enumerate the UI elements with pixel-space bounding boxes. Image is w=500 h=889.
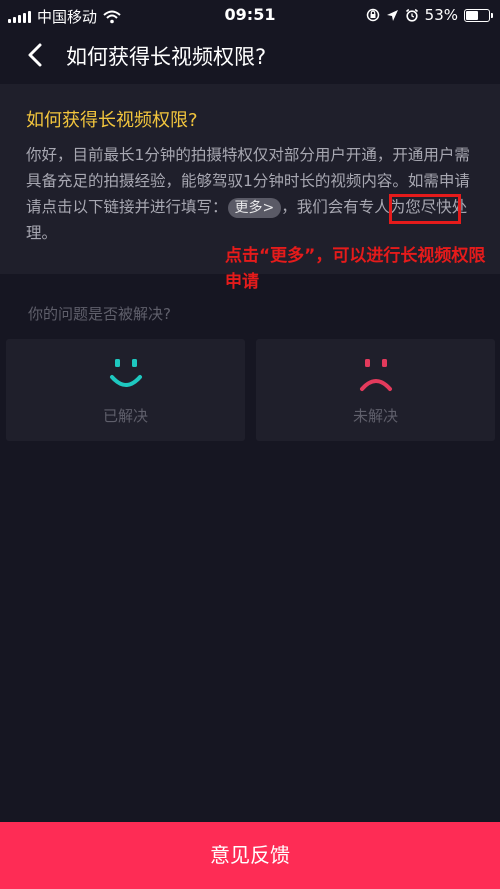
annotation-highlight-box xyxy=(389,194,461,224)
page-title: 如何获得长视频权限? xyxy=(66,45,267,69)
answer-title: 如何获得长视频权限? xyxy=(26,110,198,131)
smile-icon xyxy=(110,359,142,387)
feedback-button[interactable]: 意见反馈 xyxy=(0,822,500,889)
battery-percent: 53% xyxy=(424,6,458,24)
solved-label: 已解决 xyxy=(102,407,148,425)
nav-bar: 如何获得长视频权限? xyxy=(0,30,500,82)
status-bar-right: 53% xyxy=(366,6,493,24)
more-link[interactable]: 更多> xyxy=(227,198,282,218)
solved-button[interactable]: 已解决 xyxy=(6,339,245,441)
status-bar: 中国移动 09:51 53% xyxy=(0,0,500,30)
rotation-lock-icon xyxy=(366,8,379,22)
unsolved-label: 未解决 xyxy=(352,407,398,425)
frown-icon xyxy=(360,359,392,391)
resolved-question: 你的问题是否被解决? xyxy=(28,305,171,323)
location-icon xyxy=(386,9,398,21)
unsolved-button[interactable]: 未解决 xyxy=(256,339,495,441)
alarm-icon xyxy=(405,8,418,22)
annotation-text: 点击“更多”，可以进行长视频权限申请 xyxy=(225,246,486,292)
back-icon[interactable] xyxy=(22,40,52,70)
battery-icon xyxy=(464,8,493,22)
